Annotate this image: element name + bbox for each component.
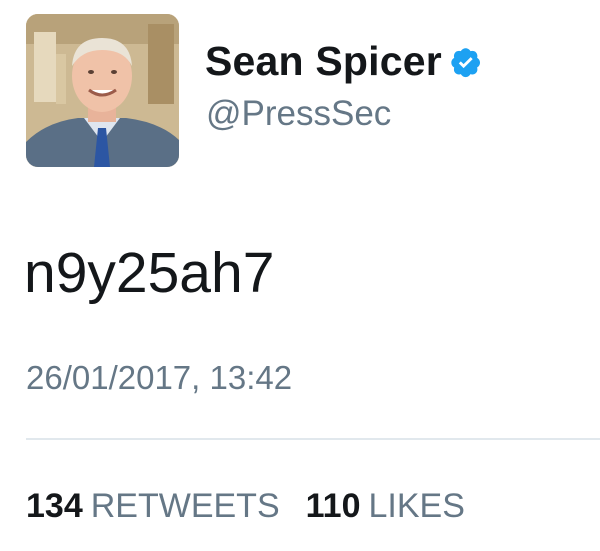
likes-label: LIKES (368, 487, 465, 525)
tweet-timestamp[interactable]: 26/01/2017, 13:42 (26, 359, 292, 397)
retweets-stat[interactable]: 134 RETWEETS (26, 487, 280, 526)
avatar-photo (26, 14, 179, 167)
verified-badge-icon (450, 46, 482, 78)
likes-count: 110 (305, 487, 361, 525)
likes-stat[interactable]: 110 LIKES (306, 487, 465, 526)
engagement-stats: 134 RETWEETS 110 LIKES (26, 487, 465, 526)
user-handle[interactable]: @PressSec (206, 94, 391, 134)
retweets-label: RETWEETS (90, 487, 280, 525)
divider (26, 438, 600, 440)
retweets-count: 134 (26, 487, 83, 525)
avatar[interactable] (26, 14, 179, 167)
tweet-text: n9y25ah7 (24, 241, 275, 305)
tweet-card: Sean Spicer @PressSec n9y25ah7 26/01/201… (0, 0, 600, 551)
name-row: Sean Spicer (205, 38, 482, 85)
display-name[interactable]: Sean Spicer (205, 38, 442, 85)
